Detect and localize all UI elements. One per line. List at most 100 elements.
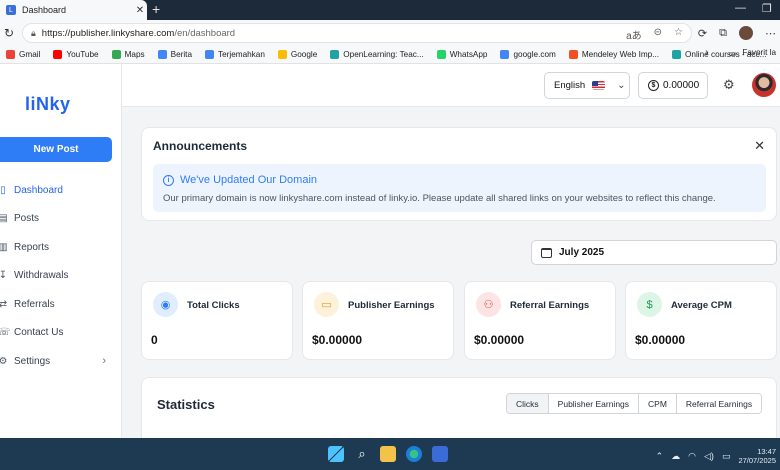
reload-icon[interactable]: ↻ — [4, 26, 18, 40]
bookmark-label: Gmail — [19, 50, 41, 59]
balance-badge[interactable]: $ 0.00000 — [638, 72, 708, 99]
url-field[interactable]: 🔒︎ https://publisher.linkyshare.com/en/d… — [22, 23, 692, 43]
logo[interactable]: liNky — [25, 94, 71, 115]
tab-title: Dashboard — [22, 5, 67, 15]
us-flag-icon — [592, 81, 606, 90]
announcements-title: Announcements — [153, 139, 248, 153]
cloud-icon[interactable]: ☁ — [671, 451, 680, 462]
new-post-button[interactable]: New Post — [0, 137, 112, 162]
bookmark-item[interactable]: OpenLearning: Teac... — [330, 50, 424, 59]
bookmark-favicon-icon — [53, 50, 63, 59]
battery-icon[interactable]: ▭ — [722, 451, 731, 462]
chevron-right-icon: › — [102, 355, 106, 368]
bookmark-favicon-icon — [277, 50, 287, 59]
maximize-icon[interactable]: ❐ — [762, 2, 772, 15]
clock-date: 27/07/2025 — [738, 456, 776, 465]
chevron-right-icon[interactable]: › — [705, 47, 708, 58]
sidebar-item-dashboard[interactable]: ▯ Dashboard — [0, 176, 122, 205]
stat-card-average-cpm: $ Average CPM $0.00000 — [625, 281, 777, 360]
browser-tab-bar: L Dashboard ✕ + — ❐ — [0, 0, 780, 20]
sidebar-item-withdrawals[interactable]: ↧ Withdrawals — [0, 262, 122, 291]
collections-icon[interactable]: ⧉ — [719, 27, 727, 40]
sidebar-item-label: Referrals — [14, 298, 55, 310]
minimize-icon[interactable]: — — [735, 2, 746, 14]
search-icon[interactable]: ⌕ — [354, 446, 370, 462]
statistics-panel: Statistics Clicks Publisher Earnings CPM Re… — [141, 377, 777, 447]
windows-taskbar: ⌕ ⌃ ☁ ◠ ◁) ▭ 13:47 27/07/2025 — [0, 438, 780, 470]
statistics-title: Statistics — [157, 397, 215, 412]
wifi-icon[interactable]: ◠ — [688, 451, 696, 462]
statistics-tabs: Clicks Publisher Earnings CPM Referral Earn… — [506, 393, 763, 414]
tab-cpm[interactable]: CPM — [639, 394, 677, 413]
bookmark-item[interactable]: Terjemahkan — [205, 50, 265, 59]
bookmark-item[interactable]: Maps — [111, 50, 145, 59]
sidebar-item-label: Dashboard — [14, 184, 63, 196]
close-tab-icon[interactable]: ✕ — [133, 5, 147, 16]
user-avatar[interactable] — [752, 73, 776, 97]
profile-avatar[interactable] — [739, 26, 753, 40]
bookmark-favicon-icon — [568, 50, 578, 59]
calendar-icon — [541, 247, 552, 258]
system-clock[interactable]: 13:47 27/07/2025 — [738, 447, 776, 465]
sidebar-item-label: Contact Us — [14, 327, 64, 339]
month-value: July 2025 — [559, 247, 605, 258]
url-host: https://publisher.linkyshare.com — [41, 27, 175, 39]
withdrawals-icon: ↧ — [0, 270, 8, 282]
bookmark-favicon-icon — [672, 50, 682, 59]
bookmark-label: WhatsApp — [449, 50, 488, 59]
bookmark-label: Maps — [124, 50, 145, 59]
folder-icon: ▭ — [728, 48, 737, 58]
bookmark-item[interactable]: Berita — [157, 50, 192, 59]
sidebar-item-reports[interactable]: ▥ Reports — [0, 233, 122, 262]
sidebar-item-referrals[interactable]: ⇄ Referrals — [0, 290, 122, 319]
stat-card-value: 0 — [151, 333, 158, 347]
more-menu-icon[interactable]: ⋯ — [765, 27, 776, 40]
bookmark-favicon-icon — [330, 50, 340, 59]
stat-card-value: $0.00000 — [474, 333, 525, 347]
tab-referral-earnings[interactable]: Referral Earnings — [676, 394, 762, 413]
bookmark-item[interactable]: google.com — [500, 50, 556, 59]
stat-card-referral-earnings: ⚇ Referral Earnings $0.00000 — [464, 281, 616, 360]
bookmark-item[interactable]: Mendeley Web Imp... — [568, 50, 660, 59]
bookmark-item[interactable]: Gmail — [6, 50, 40, 59]
month-picker[interactable]: July 2025 — [531, 240, 777, 265]
edge-icon[interactable] — [406, 446, 422, 462]
sidebar-item-posts[interactable]: ▤ Posts — [0, 205, 122, 234]
bookmark-item[interactable]: Google — [277, 50, 318, 59]
stat-card-value: $0.00000 — [312, 333, 363, 347]
close-icon[interactable]: ✕ — [754, 138, 765, 154]
bookmark-favicon-icon — [111, 50, 121, 59]
balance-value: 0.00000 — [663, 80, 700, 91]
gear-icon[interactable]: ⚙ — [723, 77, 735, 93]
chevron-up-icon[interactable]: ⌃ — [656, 451, 664, 462]
clock-time: 13:47 — [757, 447, 776, 456]
language-selector[interactable]: English ⌄ — [544, 72, 630, 99]
bookmark-item[interactable]: YouTube — [53, 50, 99, 59]
sidebar-item-contact-us[interactable]: ☏ Contact Us — [0, 319, 122, 348]
referrals-icon: ⇄ — [0, 298, 8, 310]
start-icon[interactable] — [328, 446, 344, 462]
favorites-folder[interactable]: Favorit la — [742, 48, 776, 57]
favorite-star-icon[interactable]: ☆ — [674, 27, 683, 42]
sidebar-item-label: Reports — [14, 241, 50, 253]
sidebar-nav: ▯ Dashboard ▤ Posts ▥ Reports ↧ Withdrawals ⇄ Ref… — [0, 176, 122, 376]
read-aloud-icon[interactable]: aあ — [626, 27, 642, 42]
store-icon[interactable] — [432, 446, 448, 462]
file-explorer-icon[interactable] — [380, 446, 396, 462]
tab-publisher-earnings[interactable]: Publisher Earnings — [548, 394, 640, 413]
bookmark-item[interactable]: WhatsApp — [436, 50, 488, 59]
bookmark-label: Google — [290, 50, 318, 59]
bookmark-label: Mendeley Web Imp... — [581, 50, 660, 59]
extensions-icon[interactable]: ⟳ — [698, 27, 707, 40]
dollar-icon: $ — [637, 292, 662, 317]
user-plus-icon: ⚇ — [476, 292, 501, 317]
alert-title: We've Updated Our Domain — [180, 174, 318, 186]
sidebar-item-settings[interactable]: ⚙ Settings › — [0, 347, 122, 376]
bookmark-favicon-icon — [157, 50, 167, 59]
new-tab-icon[interactable]: + — [152, 1, 166, 17]
tab-clicks[interactable]: Clicks — [507, 394, 549, 413]
browser-tab[interactable]: L Dashboard ✕ — [0, 0, 147, 20]
bookmark-favicon-icon — [205, 50, 214, 59]
more-tools-icon[interactable]: ⊝ — [654, 27, 662, 42]
volume-icon[interactable]: ◁) — [704, 451, 714, 462]
